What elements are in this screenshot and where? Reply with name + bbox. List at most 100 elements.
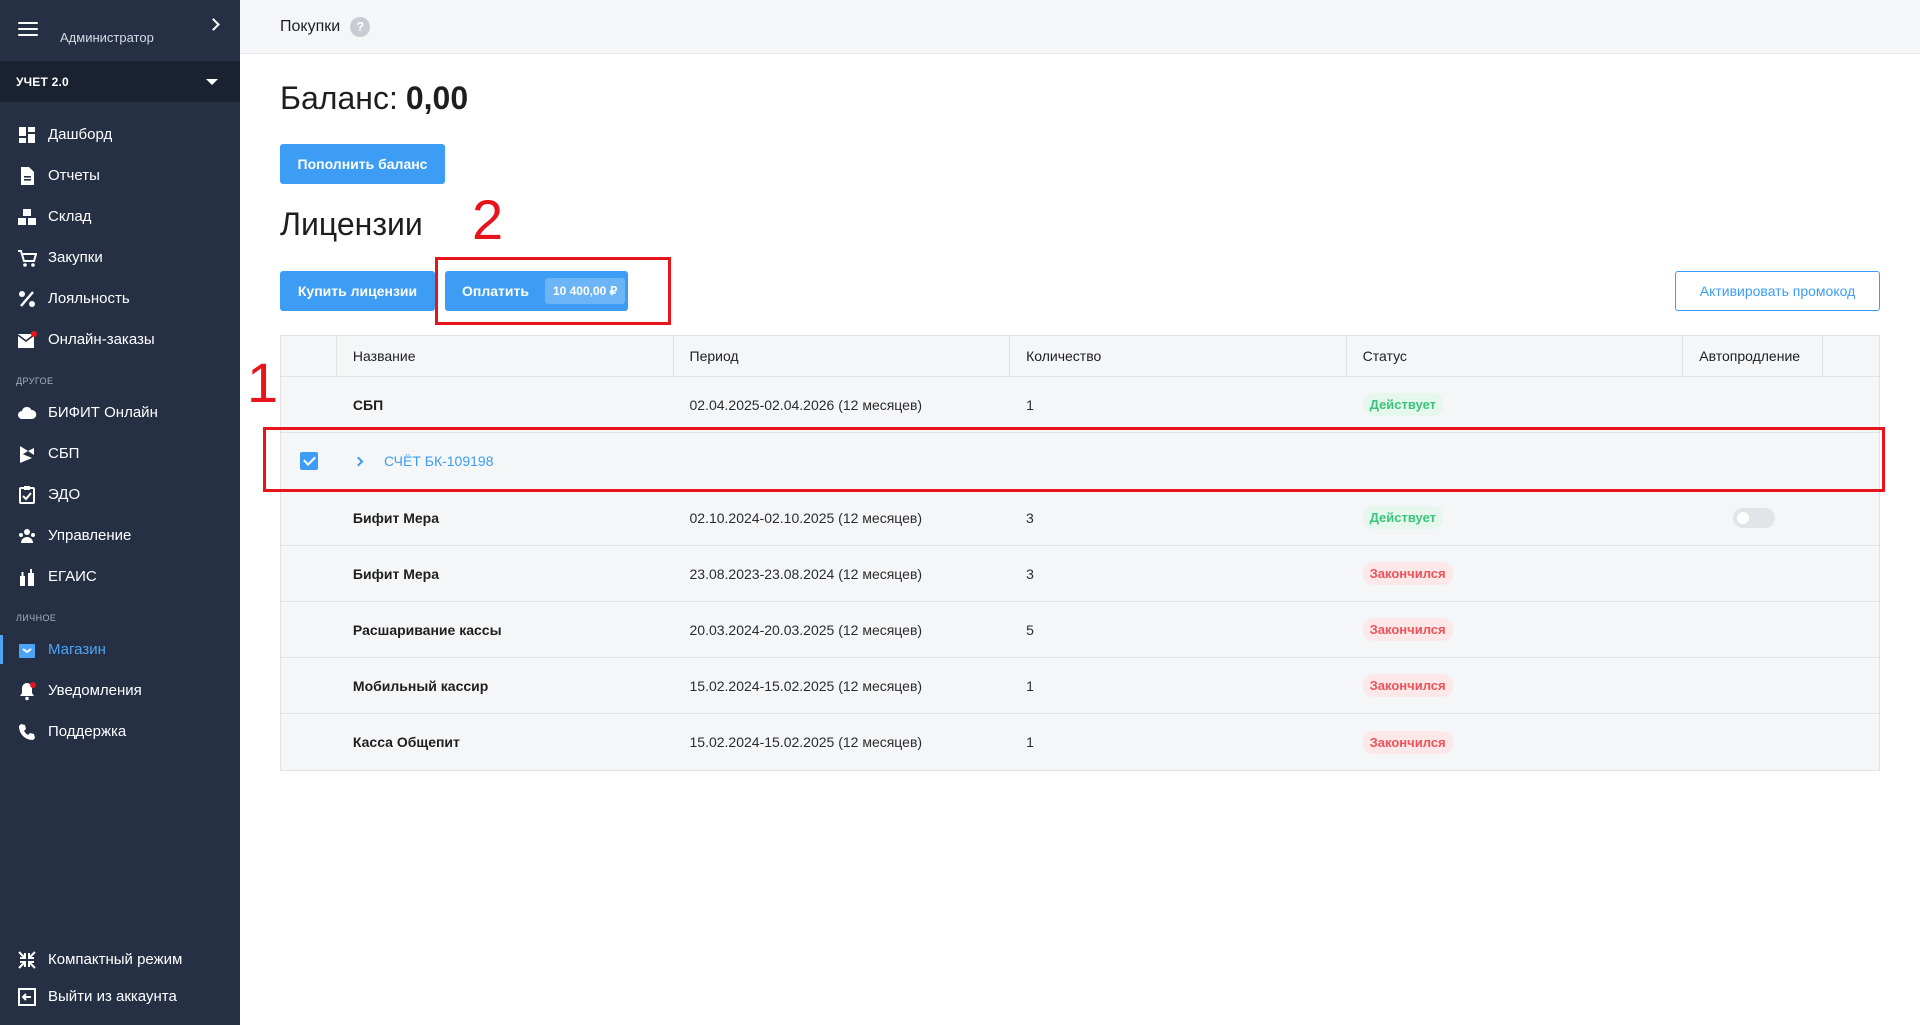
help-icon[interactable]: ? xyxy=(350,16,371,37)
sidebar-item-store[interactable]: Магазин xyxy=(0,629,240,670)
sidebar-item-label: Поддержка xyxy=(48,723,127,740)
sidebar-item-bifit-online[interactable]: БИФИТ Онлайн xyxy=(0,392,240,433)
page-title: Покупки xyxy=(280,17,341,35)
table-header: Название Период Количество Статус Автопр… xyxy=(281,335,1879,377)
sidebar-item-label: ЕГАИС xyxy=(48,568,97,585)
sidebar-item-label: Склад xyxy=(48,208,92,225)
status-badge: Закончился xyxy=(1362,562,1453,585)
sidebar-item-compact-mode[interactable]: Компактный режим xyxy=(0,941,240,978)
sidebar-bottom: Компактный режим Выйти из аккаунта xyxy=(0,941,240,1015)
sidebar-item-label: Компактный режим xyxy=(48,951,183,968)
row-autorenew xyxy=(1683,602,1823,658)
sidebar-nav: Дашборд Отчеты Склад Закупки Лояльность … xyxy=(0,102,240,752)
compress-icon xyxy=(17,950,37,970)
column-header-name[interactable]: Название xyxy=(337,335,674,377)
menu-icon[interactable] xyxy=(18,21,38,36)
chevron-right-icon[interactable] xyxy=(207,18,220,31)
balance: Баланс: 0,00 xyxy=(280,80,468,117)
row-extra xyxy=(1823,490,1879,546)
row-autorenew xyxy=(1683,490,1823,546)
sidebar-item-label: Магазин xyxy=(48,641,106,658)
sidebar-item-management[interactable]: Управление xyxy=(0,515,240,556)
column-header-extra xyxy=(1823,336,1879,377)
row-period: 15.02.2024-15.02.2025 (12 месяцев) xyxy=(689,677,923,694)
row-status-cell: Действует xyxy=(1347,377,1684,433)
org-name: УЧЕТ 2.0 xyxy=(16,74,69,89)
sidebar-item-sbp[interactable]: СБП xyxy=(0,433,240,474)
row-name: Бифит Мера xyxy=(352,565,439,582)
row-extra xyxy=(1823,546,1879,602)
select-column-header xyxy=(281,335,337,377)
topbar: Покупки ? xyxy=(240,0,1920,54)
annotation-box-2 xyxy=(435,257,671,325)
edo-icon xyxy=(17,485,37,505)
autorenew-toggle[interactable] xyxy=(1733,507,1776,528)
topup-balance-button[interactable]: Пополнить баланс xyxy=(280,144,445,184)
column-header-autorenew[interactable]: Автопродление xyxy=(1683,335,1824,377)
percent-icon xyxy=(17,289,37,309)
row-quantity: 1 xyxy=(1026,396,1034,413)
activate-promo-button[interactable]: Активировать промокод xyxy=(1675,271,1880,311)
sidebar-item-warehouse[interactable]: Склад xyxy=(0,196,240,237)
cloud-icon xyxy=(17,403,37,423)
table-row[interactable]: Мобильный кассир 15.02.2024-15.02.2025 (… xyxy=(281,658,1879,714)
row-name: Мобильный кассир xyxy=(352,677,489,694)
sidebar-item-label: Дашборд xyxy=(48,126,113,143)
column-header-quantity[interactable]: Количество xyxy=(1010,335,1347,377)
row-status-cell: Закончился xyxy=(1347,546,1684,602)
row-autorenew xyxy=(1683,714,1823,770)
row-status-cell: Закончился xyxy=(1347,658,1684,714)
org-selector[interactable]: УЧЕТ 2.0 xyxy=(0,61,240,102)
sidebar-item-dashboard[interactable]: Дашборд xyxy=(0,114,240,155)
caret-down-icon xyxy=(206,78,218,85)
sidebar-item-label: Онлайн-заказы xyxy=(48,331,155,348)
sidebar-item-label: Лояльность xyxy=(48,290,130,307)
status-badge: Закончился xyxy=(1362,618,1453,641)
sidebar-item-edo[interactable]: ЭДО xyxy=(0,474,240,515)
sidebar-item-reports[interactable]: Отчеты xyxy=(0,155,240,196)
status-badge: Закончился xyxy=(1362,730,1453,754)
row-quantity: 1 xyxy=(1026,734,1034,750)
sidebar-item-purchases[interactable]: Закупки xyxy=(0,237,240,278)
sidebar-item-egais[interactable]: ЕГАИС xyxy=(0,556,240,597)
row-select-cell xyxy=(281,602,337,658)
row-select-cell xyxy=(281,377,337,433)
row-select-cell xyxy=(281,490,337,546)
table-row[interactable]: Расшаривание кассы 20.03.2024-20.03.2025… xyxy=(281,602,1879,658)
row-extra xyxy=(1823,714,1879,770)
row-select-cell xyxy=(281,658,337,714)
column-header-period[interactable]: Период xyxy=(674,335,1011,377)
table-row[interactable]: Касса Общепит 15.02.2024-15.02.2025 (12 … xyxy=(281,714,1879,770)
logout-icon xyxy=(17,987,37,1007)
annotation-number-1: 1 xyxy=(247,351,279,414)
row-period: 20.03.2024-20.03.2025 (12 месяцев) xyxy=(689,621,923,638)
users-icon xyxy=(17,526,37,546)
row-status-cell: Закончился xyxy=(1347,602,1684,658)
sidebar-item-label: Выйти из аккаунта xyxy=(48,988,177,1005)
buy-licenses-button[interactable]: Купить лицензии xyxy=(280,271,435,311)
licenses-table: Название Период Количество Статус Автопр… xyxy=(280,335,1880,771)
sidebar-item-loyalty[interactable]: Лояльность xyxy=(0,278,240,319)
row-autorenew xyxy=(1683,377,1823,433)
status-badge: Действует xyxy=(1362,393,1444,416)
section-other-title: ДРУГОЕ xyxy=(16,376,54,386)
sidebar-item-online-orders[interactable]: Онлайн-заказы xyxy=(0,319,240,360)
row-status-cell: Закончился xyxy=(1347,714,1684,770)
sidebar-item-notifications[interactable]: Уведомления xyxy=(0,670,240,711)
table-row[interactable]: Бифит Мера 02.10.2024-02.10.2025 (12 мес… xyxy=(281,490,1879,546)
cart-icon xyxy=(17,248,37,268)
table-row[interactable]: СБП 02.04.2025-02.04.2026 (12 месяцев) 1… xyxy=(281,377,1879,433)
boxes-icon xyxy=(17,207,37,227)
sidebar-item-support[interactable]: Поддержка xyxy=(0,711,240,752)
column-header-status[interactable]: Статус xyxy=(1347,335,1684,377)
status-badge: Действует xyxy=(1362,506,1443,529)
store-icon xyxy=(17,640,37,660)
sidebar-item-logout[interactable]: Выйти из аккаунта xyxy=(0,978,240,1015)
row-extra xyxy=(1823,658,1879,714)
sidebar-item-label: Закупки xyxy=(48,249,103,266)
sidebar-item-label: Отчеты xyxy=(48,167,100,184)
sidebar-header: Администратор xyxy=(0,0,240,61)
licenses-title: Лицензии xyxy=(280,206,423,242)
table-row[interactable]: Бифит Мера 23.08.2023-23.08.2024 (12 мес… xyxy=(281,546,1879,602)
row-name: СБП xyxy=(352,396,384,413)
